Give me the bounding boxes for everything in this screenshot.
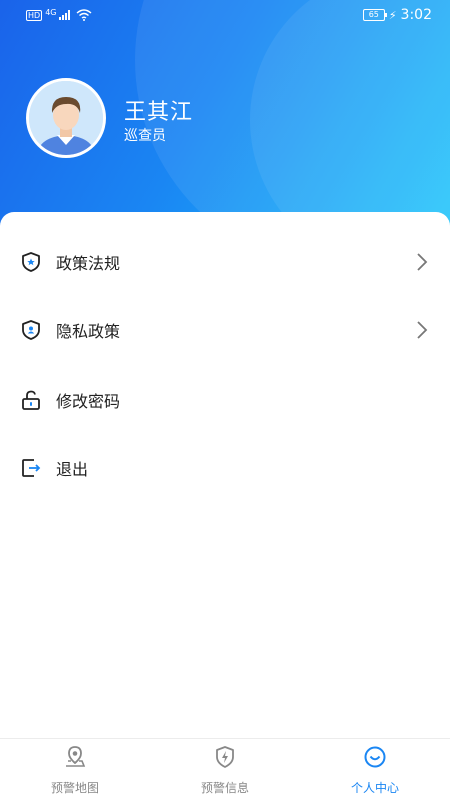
signal-icon xyxy=(59,10,71,20)
clock: 3:02 xyxy=(400,7,432,23)
menu-panel: 政策法规 隐私政策 修改密码 退出 xyxy=(0,212,450,738)
menu-item-label: 隐私政策 xyxy=(56,322,121,341)
lightning-icon: ⚡ xyxy=(388,8,397,22)
chevron-right-icon xyxy=(417,253,428,271)
menu-item-label: 政策法规 xyxy=(56,254,121,273)
avatar[interactable] xyxy=(26,78,106,158)
menu-item-label: 退出 xyxy=(56,460,89,479)
map-pin-icon xyxy=(66,746,86,767)
chevron-right-icon xyxy=(417,321,428,339)
shield-star-icon xyxy=(22,252,40,272)
bottom-tab-bar: 预警地图 预警信息 个人中心 xyxy=(0,738,450,800)
unlock-icon xyxy=(22,390,40,410)
tab-label: 预警信息 xyxy=(200,781,249,795)
hd-badge: HD xyxy=(26,9,43,21)
shield-bolt-icon xyxy=(216,746,234,768)
status-right: 65 ⚡ 3:02 xyxy=(362,7,432,23)
battery-icon: 65 xyxy=(362,9,387,21)
tab-warning-info[interactable]: 预警信息 xyxy=(150,739,300,800)
person-avatar-icon xyxy=(29,81,103,155)
tab-label: 预警地图 xyxy=(50,781,99,795)
menu-item-label: 修改密码 xyxy=(56,392,121,411)
menu-item-change-password[interactable]: 修改密码 xyxy=(0,370,450,430)
tab-personal-center[interactable]: 个人中心 xyxy=(300,739,450,800)
wifi-icon xyxy=(77,9,92,21)
menu-item-policy-regulations[interactable]: 政策法规 xyxy=(0,232,450,292)
logout-icon xyxy=(22,459,41,477)
user-name: 王其江 xyxy=(124,100,194,125)
menu-item-privacy-policy[interactable]: 隐私政策 xyxy=(0,300,450,360)
network-type: 4G xyxy=(45,8,57,17)
tab-warning-map[interactable]: 预警地图 xyxy=(0,739,150,800)
menu-item-logout[interactable]: 退出 xyxy=(0,438,450,498)
user-role: 巡查员 xyxy=(124,128,166,144)
smile-icon xyxy=(364,746,386,768)
tab-label: 个人中心 xyxy=(350,781,399,795)
shield-user-icon xyxy=(22,320,40,340)
status-left: HD 4G xyxy=(26,9,92,21)
status-bar: HD 4G 65 ⚡ 3:02 xyxy=(0,0,450,32)
